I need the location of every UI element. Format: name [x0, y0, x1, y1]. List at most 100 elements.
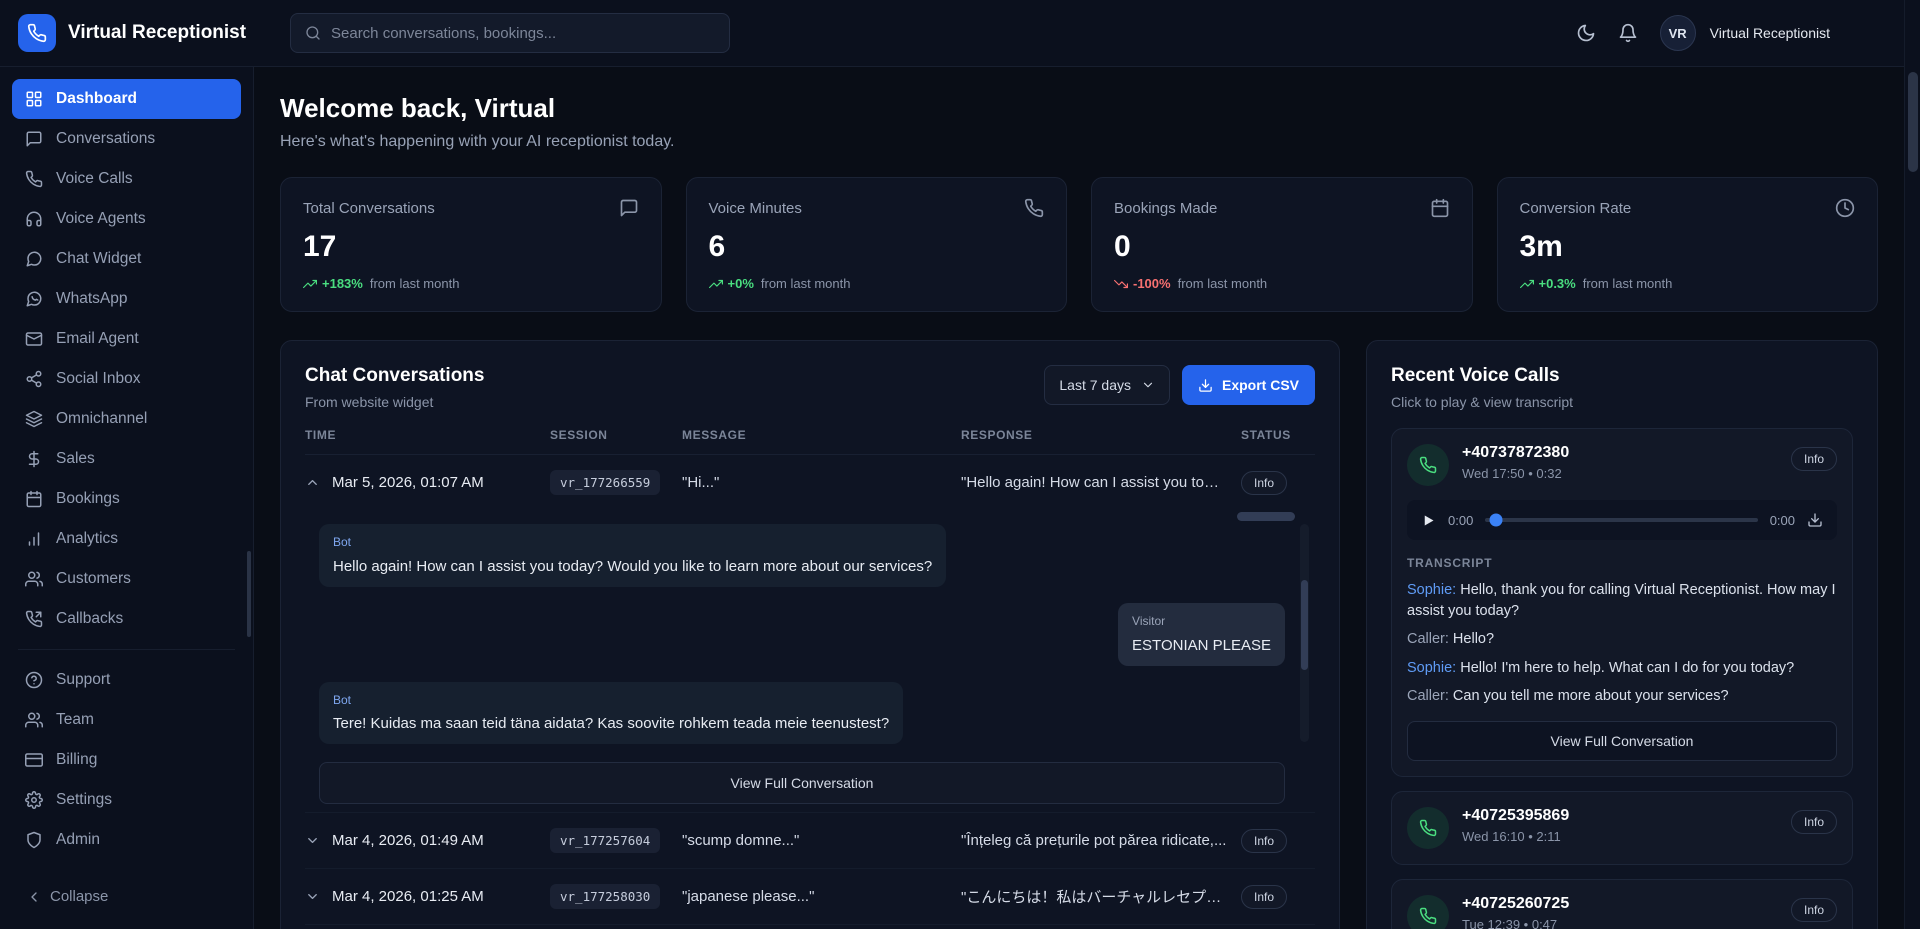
bubble-text: Tere! Kuidas ma saan teid täna aidata? K…	[333, 713, 889, 734]
sidebar-item-voice-agents[interactable]: Voice Agents	[12, 199, 241, 239]
sidebar-item-omnichannel[interactable]: Omnichannel	[12, 399, 241, 439]
voice-call-card[interactable]: +40725395869Wed 16:10 • 2:11Info	[1391, 791, 1853, 865]
sidebar-item-label: Conversations	[56, 130, 155, 148]
conversation-row-wrap: Mar 4, 2026, 01:49 AMvr_177257604"scump …	[305, 813, 1315, 869]
sidebar-item-whatsapp[interactable]: WhatsApp	[12, 279, 241, 319]
theme-toggle-button[interactable]	[1576, 23, 1596, 43]
sidebar-divider	[18, 649, 235, 650]
bubble-sender: Bot	[333, 534, 932, 551]
download-recording-button[interactable]	[1807, 512, 1823, 528]
sidebar-item-label: Social Inbox	[56, 370, 140, 388]
calendar-icon	[25, 490, 43, 508]
call-meta: Tue 12:39 • 0:47	[1462, 917, 1569, 929]
call-list: +40737872380Wed 17:50 • 0:32Info0:000:00…	[1391, 428, 1853, 929]
thread-scrollbar[interactable]	[1300, 524, 1309, 742]
sidebar-item-label: Voice Agents	[56, 210, 146, 228]
voice-call-card[interactable]: +40725260725Tue 12:39 • 0:47Info	[1391, 879, 1853, 929]
thread-horizontal-scrollbar-thumb[interactable]	[1237, 512, 1295, 521]
session-id: vr_177266559	[550, 470, 660, 495]
sidebar-scrollbar-thumb[interactable]	[247, 551, 251, 637]
stat-card-conversion-rate: Conversion Rate3m+0.3%from last month	[1497, 177, 1879, 312]
page-title: Welcome back, Virtual	[280, 93, 1878, 124]
sidebar-item-conversations[interactable]: Conversations	[12, 119, 241, 159]
date-range-select[interactable]: Last 7 days	[1044, 365, 1170, 405]
stats-row: Total Conversations17+183%from last mont…	[280, 177, 1878, 312]
sidebar-item-sales[interactable]: Sales	[12, 439, 241, 479]
sidebar-item-label: Callbacks	[56, 610, 123, 628]
chevron-up-icon[interactable]	[305, 475, 320, 490]
bar-chart-icon	[25, 530, 43, 548]
sidebar-item-bookings[interactable]: Bookings	[12, 479, 241, 519]
chat-icon	[25, 130, 43, 148]
conversation-thread: BotHello again! How can I assist you tod…	[305, 510, 1315, 748]
stat-value: 6	[709, 230, 1045, 264]
page-scrollbar[interactable]	[1904, 0, 1920, 929]
sidebar-item-chat-widget[interactable]: Chat Widget	[12, 239, 241, 279]
chevron-down-icon[interactable]	[305, 833, 320, 848]
sidebar-item-label: Bookings	[56, 490, 120, 508]
topbar: Virtual Receptionist VR Virtual Receptio…	[0, 0, 1920, 67]
sidebar-item-callbacks[interactable]: Callbacks	[12, 599, 241, 639]
seek-handle[interactable]	[1490, 514, 1503, 527]
page-scrollbar-thumb[interactable]	[1908, 72, 1918, 172]
sidebar-item-analytics[interactable]: Analytics	[12, 519, 241, 559]
bubble-sender: Visitor	[1132, 613, 1271, 630]
avatar[interactable]: VR	[1660, 15, 1696, 51]
conversation-row[interactable]: Mar 4, 2026, 01:14 AMvr_177257662"ce pac…	[305, 925, 1315, 929]
bubble-text: ESTONIAN PLEASE	[1132, 635, 1271, 656]
message-preview: "Hi..."	[682, 474, 961, 491]
shield-icon	[25, 831, 43, 849]
message-preview: "scump domne..."	[682, 832, 961, 849]
voice-call-card[interactable]: +40737872380Wed 17:50 • 0:32Info0:000:00…	[1391, 428, 1853, 777]
sidebar-item-team[interactable]: Team	[12, 700, 241, 740]
sidebar-item-settings[interactable]: Settings	[12, 780, 241, 820]
gear-icon	[25, 791, 43, 809]
conversation-row[interactable]: Mar 4, 2026, 01:49 AMvr_177257604"scump …	[305, 813, 1315, 868]
sidebar-item-customers[interactable]: Customers	[12, 559, 241, 599]
download-icon	[1198, 378, 1213, 393]
sidebar-item-support[interactable]: Support	[12, 660, 241, 700]
call-phone-icon	[1407, 807, 1449, 849]
collapse-button[interactable]: Collapse	[12, 880, 241, 913]
dollar-icon	[25, 450, 43, 468]
brand: Virtual Receptionist	[0, 14, 254, 52]
call-meta: Wed 16:10 • 2:11	[1462, 829, 1569, 844]
transcript: Sophie: Hello, thank you for calling Vir…	[1407, 580, 1837, 707]
speaker-label: Sophie:	[1407, 582, 1456, 598]
view-full-conversation-button[interactable]: View Full Conversation	[319, 762, 1285, 804]
view-full-conversation-button[interactable]: View Full Conversation	[1407, 721, 1837, 761]
chat-panel-title: Chat Conversations	[305, 365, 484, 387]
sidebar-item-voice-calls[interactable]: Voice Calls	[12, 159, 241, 199]
trend-down-icon: -100%	[1114, 276, 1171, 291]
message-circle-icon	[25, 250, 43, 268]
sidebar-item-billing[interactable]: Billing	[12, 740, 241, 780]
chevron-down-icon[interactable]	[305, 889, 320, 904]
conversation-row-wrap: Mar 4, 2026, 01:25 AMvr_177258030"japane…	[305, 869, 1315, 925]
conversation-time: Mar 5, 2026, 01:07 AM	[332, 474, 484, 491]
sidebar-item-dashboard[interactable]: Dashboard	[12, 79, 241, 119]
search-box[interactable]	[290, 13, 730, 53]
calls-panel-subtitle: Click to play & view transcript	[1391, 394, 1853, 410]
notifications-button[interactable]	[1618, 23, 1638, 43]
export-csv-button[interactable]: Export CSV	[1182, 365, 1315, 405]
app-logo	[18, 14, 56, 52]
total-time: 0:00	[1770, 513, 1795, 528]
app-title: Virtual Receptionist	[68, 22, 246, 44]
sidebar-item-social-inbox[interactable]: Social Inbox	[12, 359, 241, 399]
message-preview: "japanese please..."	[682, 888, 961, 905]
sidebar-item-admin[interactable]: Admin	[12, 820, 241, 860]
layers-icon	[25, 410, 43, 428]
transcript-line: Sophie: Hello, thank you for calling Vir…	[1407, 580, 1837, 621]
calls-panel-title: Recent Voice Calls	[1391, 365, 1853, 387]
stat-change: +0%from last month	[709, 276, 1045, 291]
sidebar-item-email-agent[interactable]: Email Agent	[12, 319, 241, 359]
conversation-row[interactable]: Mar 4, 2026, 01:25 AMvr_177258030"japane…	[305, 869, 1315, 924]
search-input[interactable]	[331, 25, 715, 42]
whatsapp-icon	[25, 290, 43, 308]
transcript-line: Sophie: Hello! I'm here to help. What ca…	[1407, 658, 1837, 679]
conversation-row[interactable]: Mar 5, 2026, 01:07 AM vr_177266559 "Hi..."…	[305, 455, 1315, 510]
play-button[interactable]	[1421, 513, 1436, 528]
thread-scrollbar-thumb[interactable]	[1301, 580, 1308, 670]
response-preview: "Înțeleg că prețurile pot părea ridicate…	[961, 832, 1241, 849]
seek-slider[interactable]	[1485, 513, 1757, 527]
